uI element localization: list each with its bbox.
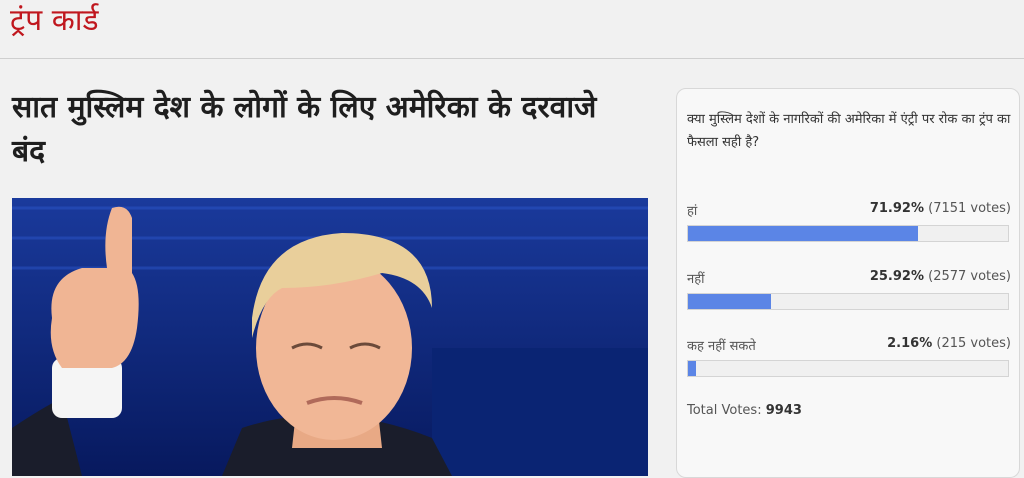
article-photo-illustration	[12, 198, 648, 476]
poll-option[interactable]: कह नहीं सकते 2.16% (215 votes)	[687, 336, 1011, 396]
poll-option-label: नहीं	[687, 272, 705, 287]
poll-option-label: कह नहीं सकते	[687, 339, 756, 354]
poll-option-votes: (7151 votes)	[928, 201, 1011, 216]
poll-option-result: 71.92% (7151 votes)	[870, 201, 1011, 216]
section-header: ट्रंप कार्ड	[0, 0, 1024, 59]
section-title[interactable]: ट्रंप कार्ड	[10, 0, 99, 39]
poll-option-percent: 2.16%	[887, 336, 933, 351]
poll-option-result: 2.16% (215 votes)	[887, 336, 1011, 351]
poll-question: क्या मुस्लिम देशों के नागरिकों की अमेरिक…	[687, 112, 1011, 150]
poll-bar-track	[687, 360, 1009, 377]
poll-bar-fill	[688, 294, 771, 309]
poll-bar-track	[687, 293, 1009, 310]
poll-option-percent: 71.92%	[869, 201, 924, 216]
poll-total-value: 9943	[765, 403, 802, 418]
poll-option-votes: (2577 votes)	[928, 269, 1011, 284]
article-headline[interactable]: सात मुस्लिम देश के लोगों के लिए अमेरिका …	[12, 86, 632, 173]
poll-bar-fill	[688, 361, 696, 376]
poll-option-result: 25.92% (2577 votes)	[870, 269, 1011, 284]
poll-bar-track	[687, 225, 1009, 242]
poll-option[interactable]: नहीं 25.92% (2577 votes)	[687, 269, 1011, 329]
poll-widget: क्या मुस्लिम देशों के नागरिकों की अमेरिक…	[676, 88, 1020, 478]
article-photo[interactable]	[12, 198, 648, 476]
poll-option-votes: (215 votes)	[936, 336, 1011, 351]
poll-option[interactable]: हां 71.92% (7151 votes)	[687, 201, 1011, 261]
poll-option-percent: 25.92%	[869, 269, 924, 284]
poll-total: Total Votes: 9943	[687, 403, 802, 418]
poll-option-label: हां	[687, 204, 698, 219]
poll-bar-fill	[688, 226, 919, 241]
poll-total-label: Total Votes:	[687, 403, 762, 418]
